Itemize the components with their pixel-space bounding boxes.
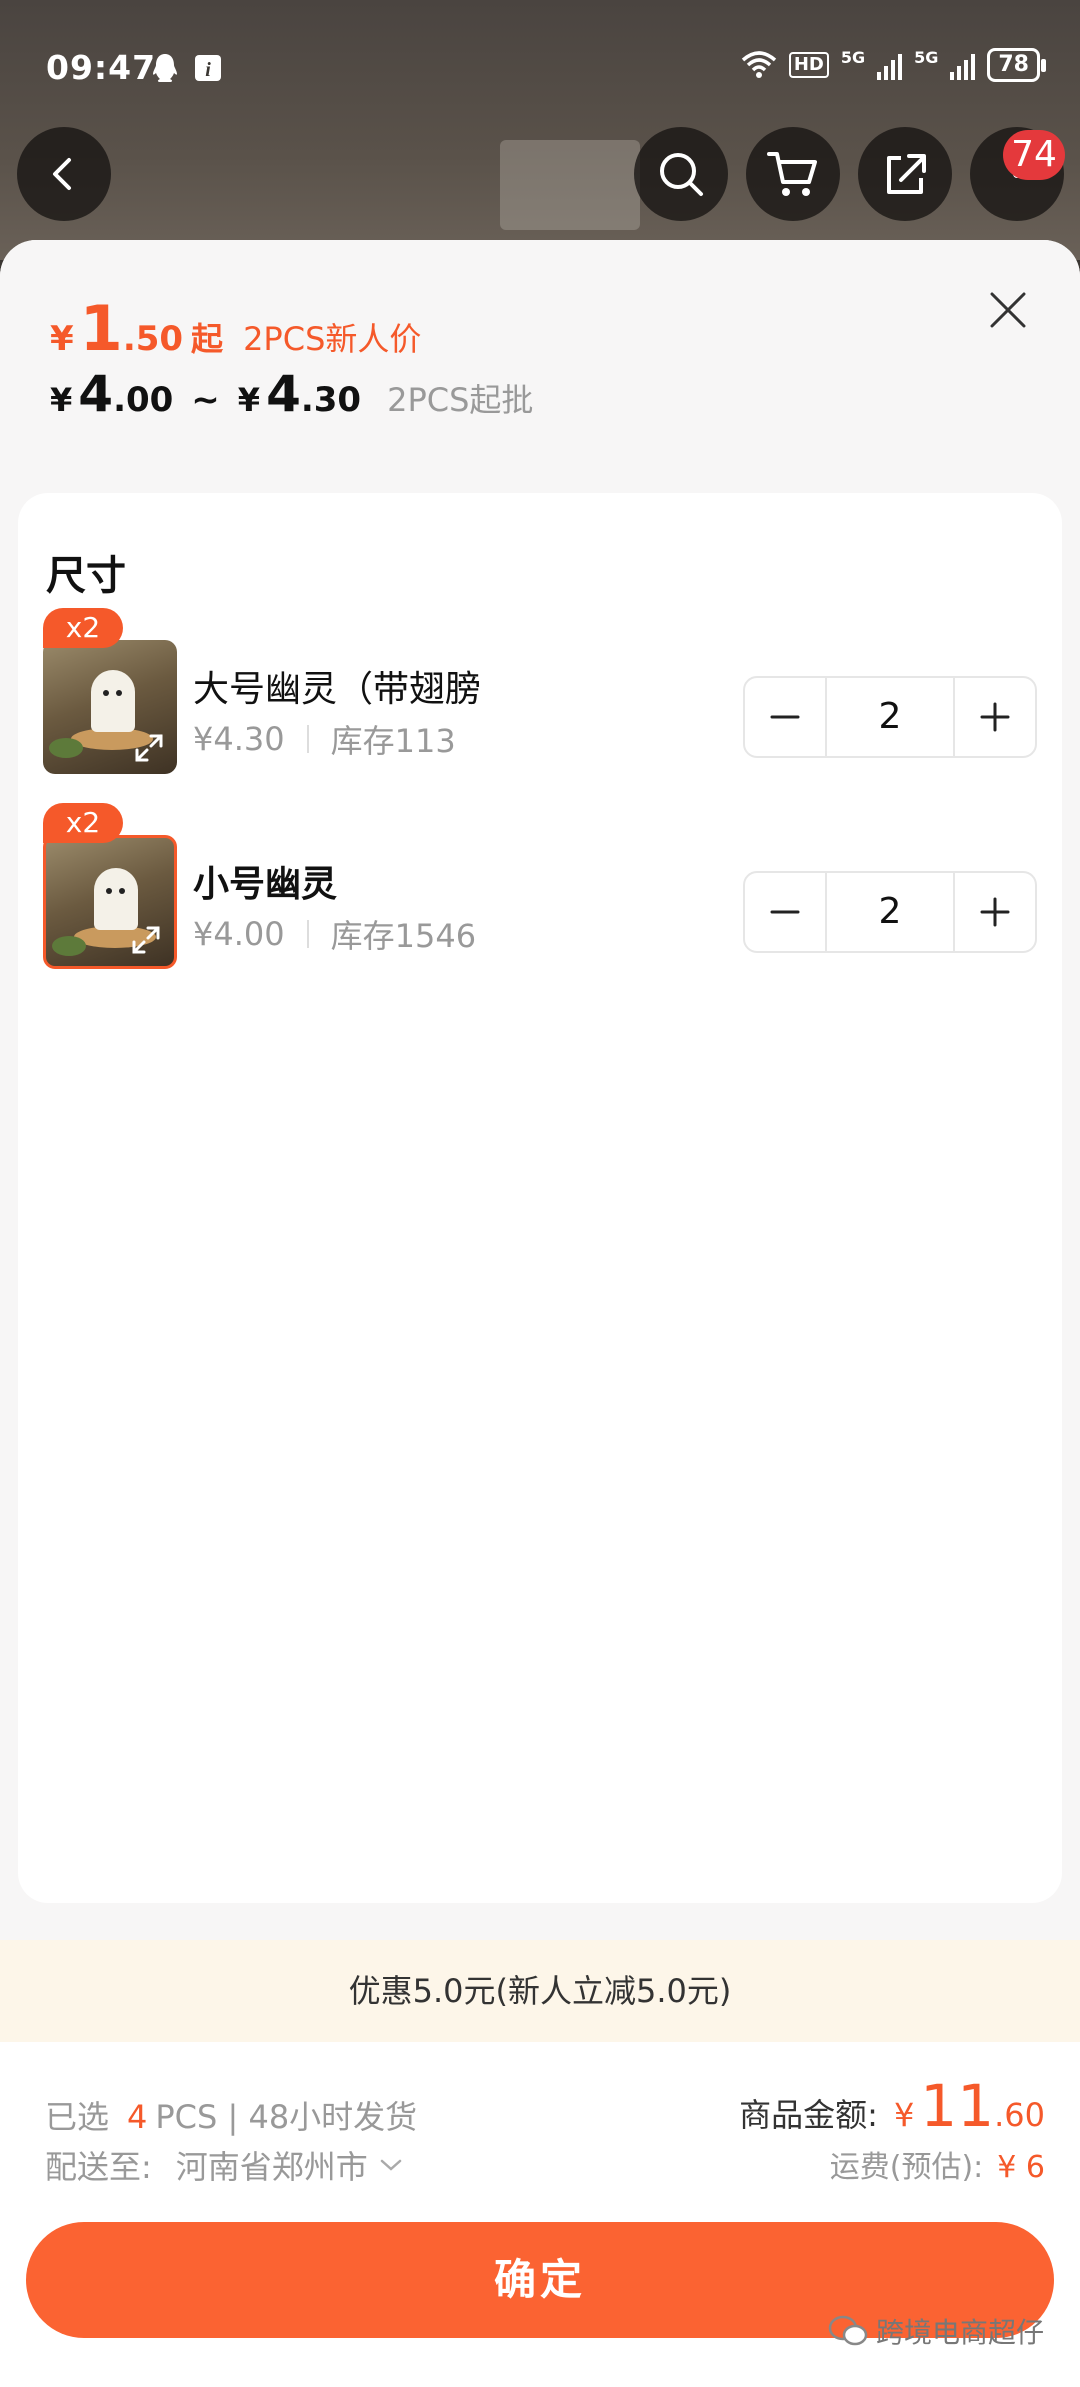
range-currency-2: ¥: [237, 381, 261, 419]
sku-meta: ¥4.00 库存1546: [193, 911, 476, 957]
share-icon: [887, 154, 926, 194]
watermark-text: 跨境电商超仔: [875, 2316, 1044, 2349]
notification-badge: 74: [1003, 130, 1065, 180]
status-left-icons: i: [150, 52, 222, 84]
decrease-button[interactable]: [745, 873, 825, 951]
sku-selection-sheet: ¥ 1 .50 起 2PCS新人价 ¥ 4 .00 ~ ¥ 4 .30 2PCS…: [0, 240, 1080, 2387]
sku-stock: 库存1546: [330, 917, 477, 955]
sku-price: ¥4.00: [193, 915, 285, 953]
shipping-summary: 运费(预估): ¥ 6: [830, 2142, 1045, 2186]
promo-price-int: 1: [79, 292, 123, 365]
sku-thumbnail[interactable]: [43, 640, 177, 774]
selected-prefix: 已选: [45, 2098, 110, 2136]
quantity-badge: x2: [43, 608, 123, 648]
status-bar: 09:47 i HD 5G 5G 78: [0, 0, 1080, 120]
discount-bar: 优惠5.0元(新人立减5.0元): [0, 1940, 1080, 2042]
shipping-value: ¥ 6: [997, 2150, 1045, 2185]
battery-indicator: 78: [987, 48, 1046, 82]
status-right-icons: HD 5G 5G 78: [741, 48, 1046, 82]
share-button[interactable]: [858, 127, 952, 221]
signal-icon-2: [950, 50, 976, 80]
amount-summary: 商品金额: ¥ 11 .60: [739, 2072, 1045, 2140]
plus-icon: [980, 897, 1010, 927]
range-dec-1: .00: [113, 380, 174, 420]
thumbnail-leaf: [52, 936, 86, 956]
chevron-left-icon: [53, 158, 71, 190]
sku-name: 小号幽灵: [193, 864, 338, 905]
wechat-icon: [828, 2315, 868, 2346]
increase-button[interactable]: [955, 678, 1035, 756]
quantity-value[interactable]: 2: [825, 873, 955, 951]
hd-badge: HD: [788, 52, 829, 78]
sku-price: ¥4.30: [193, 720, 285, 758]
min-order-quantity: 2PCS起批: [387, 381, 534, 419]
sku-card: 尺寸 x2 大号幽灵（带翅膀 ¥4.30 库存113 2 x2 小号幽灵 ¥4.…: [18, 493, 1062, 1903]
quantity-value[interactable]: 2: [825, 678, 955, 756]
qq-icon: [153, 54, 177, 82]
price-header: ¥ 1 .50 起 2PCS新人价 ¥ 4 .00 ~ ¥ 4 .30 2PCS…: [0, 240, 1080, 490]
selected-quantity: 4: [127, 2098, 148, 2136]
expand-icon: [132, 926, 160, 954]
sku-row: x2 小号幽灵 ¥4.00 库存1546 2: [18, 803, 1062, 973]
size-section-title: 尺寸: [46, 553, 126, 599]
thumbnail-leaf: [49, 738, 83, 758]
range-currency-1: ¥: [50, 381, 73, 419]
increase-button[interactable]: [955, 873, 1035, 951]
selected-unit: PCS | 48小时发货: [155, 2098, 418, 2136]
meta-divider: [306, 725, 309, 753]
price-range: ¥ 4 .00 ~ ¥ 4 .30 2PCS起批: [50, 365, 533, 423]
range-separator: ~: [191, 380, 220, 420]
product-image-sign: [500, 140, 640, 230]
decrease-button[interactable]: [745, 678, 825, 756]
sku-row: x2 大号幽灵（带翅膀 ¥4.30 库存113 2: [18, 608, 1062, 778]
promo-price: ¥ 1 .50 起 2PCS新人价: [50, 292, 421, 365]
plus-icon: [980, 702, 1010, 732]
ship-to-address[interactable]: 河南省郑州市: [176, 2142, 368, 2188]
promo-suffix: 起: [191, 320, 224, 358]
expand-icon: [135, 734, 163, 762]
info-icon: i: [195, 55, 221, 81]
sku-stock: 库存113: [330, 722, 456, 760]
range-int-2: 4: [266, 365, 301, 423]
shipping-label: 运费(预估):: [829, 2150, 984, 2185]
range-dec-2: .30: [300, 380, 362, 420]
signal-icon-1: [877, 50, 903, 80]
minus-icon: [770, 910, 800, 914]
quantity-stepper: 2: [743, 676, 1037, 758]
amount-dec: .60: [994, 2096, 1045, 2134]
search-icon: [660, 153, 703, 196]
ship-to-label: 配送至:: [45, 2148, 152, 2186]
back-button[interactable]: [17, 127, 111, 221]
selected-summary: 已选 4 PCS | 48小时发货: [45, 2092, 417, 2138]
svg-text:i: i: [205, 59, 211, 81]
network-label-1: 5G: [840, 48, 866, 67]
amount-label: 商品金额:: [739, 2096, 878, 2134]
amount-int: 11: [920, 2072, 995, 2140]
watermark: 跨境电商超仔: [828, 2311, 1044, 2351]
sku-thumbnail[interactable]: [43, 835, 177, 969]
cart-button[interactable]: [746, 127, 840, 221]
sku-meta: ¥4.30 库存113: [193, 716, 456, 762]
minus-icon: [770, 715, 800, 719]
chevron-down-icon: [380, 2159, 402, 2171]
order-summary: 已选 4 PCS | 48小时发货 配送至: 河南省郑州市 商品金额: ¥ 11…: [0, 2042, 1080, 2387]
cart-icon: [767, 152, 817, 196]
wifi-icon: [741, 51, 776, 78]
quantity-stepper: 2: [743, 871, 1037, 953]
ship-to[interactable]: 配送至: 河南省郑州市: [45, 2142, 406, 2188]
meta-divider: [306, 920, 309, 948]
search-button[interactable]: [634, 127, 728, 221]
amount-currency: ¥: [893, 2096, 915, 2134]
thumbnail-ghost: [91, 670, 135, 732]
range-int-1: 4: [78, 365, 114, 423]
status-time: 09:47: [46, 48, 157, 87]
sku-name: 大号幽灵（带翅膀: [193, 669, 482, 710]
promo-tag: 2PCS新人价: [243, 320, 422, 358]
promo-currency: ¥: [50, 319, 74, 359]
close-icon[interactable]: [986, 288, 1030, 332]
network-label-2: 5G: [914, 48, 939, 67]
promo-price-dec: .50: [122, 319, 184, 359]
quantity-badge: x2: [43, 803, 123, 843]
thumbnail-ghost: [94, 868, 138, 930]
